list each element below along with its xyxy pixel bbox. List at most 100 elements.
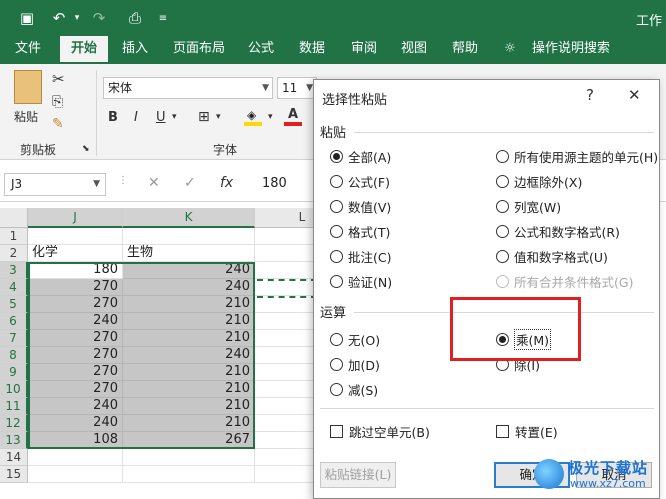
paste-option-formats[interactable]: 格式(T) <box>330 222 390 240</box>
customize-toolbar-icon[interactable]: ≡ <box>152 8 174 28</box>
tab-page-layout[interactable]: 页面布局 <box>166 36 232 64</box>
table-cell[interactable]: 210 <box>123 313 255 330</box>
row-header[interactable]: 1 <box>0 228 28 245</box>
chevron-down-icon[interactable]: ▾ <box>268 112 273 122</box>
table-cell[interactable]: 化学 <box>28 245 123 262</box>
row-header[interactable]: 14 <box>0 449 28 466</box>
chevron-down-icon[interactable]: ▾ <box>216 112 221 122</box>
table-cell[interactable]: 270 <box>28 364 123 381</box>
tab-review[interactable]: 审阅 <box>342 36 386 64</box>
column-header-j[interactable]: J <box>28 208 123 228</box>
tab-insert[interactable]: 插入 <box>114 36 156 64</box>
undo-dropdown-icon[interactable]: ▾ <box>66 8 88 28</box>
row-header[interactable]: 8 <box>0 347 28 364</box>
paste-option-values[interactable]: 数值(V) <box>330 197 391 215</box>
paste-option-comments[interactable]: 批注(C) <box>330 247 391 265</box>
operation-option-none[interactable]: 无(O) <box>330 330 380 348</box>
table-cell[interactable]: 270 <box>28 330 123 347</box>
table-cell[interactable]: 267 <box>123 432 255 449</box>
table-cell[interactable]: 240 <box>28 415 123 432</box>
table-cell[interactable]: 180 <box>28 262 123 279</box>
redo-icon[interactable]: ↷ <box>88 8 110 28</box>
table-cell[interactable]: 210 <box>123 415 255 432</box>
table-cell[interactable]: 240 <box>28 398 123 415</box>
tab-help[interactable]: 帮助 <box>444 36 486 64</box>
format-painter-icon[interactable]: ✎ <box>52 116 64 132</box>
tell-me-search[interactable]: 操作说明搜索 <box>528 36 614 64</box>
print-preview-icon[interactable]: ⎙ <box>124 8 146 28</box>
table-cell[interactable]: 108 <box>28 432 123 449</box>
table-cell[interactable]: 270 <box>28 381 123 398</box>
chevron-down-icon[interactable]: ▾ <box>172 112 177 122</box>
row-header[interactable]: 11 <box>0 398 28 415</box>
table-cell[interactable] <box>28 228 123 245</box>
paste-option-all-except-borders[interactable]: 边框除外(X) <box>496 172 582 190</box>
skip-blanks-checkbox[interactable]: 跳过空单元(B) <box>330 422 430 440</box>
table-cell[interactable]: 210 <box>123 364 255 381</box>
name-box[interactable]: J3 ▼ <box>4 173 106 196</box>
border-icon[interactable]: ⊞ <box>198 109 210 125</box>
table-cell[interactable]: 270 <box>28 279 123 296</box>
table-cell[interactable]: 240 <box>28 313 123 330</box>
paste-option-column-widths[interactable]: 列宽(W) <box>496 197 561 215</box>
table-cell[interactable]: 生物 <box>123 245 255 262</box>
paste-option-source-theme[interactable]: 所有使用源主题的单元(H) <box>496 147 658 165</box>
table-cell[interactable]: 240 <box>123 279 255 296</box>
table-cell[interactable] <box>28 449 123 466</box>
table-cell[interactable]: 240 <box>123 262 255 279</box>
cancel-entry-icon[interactable]: ✕ <box>148 175 160 191</box>
paste-option-values-number-formats[interactable]: 值和数字格式(U) <box>496 247 608 265</box>
tab-data[interactable]: 数据 <box>290 36 334 64</box>
row-header[interactable]: 15 <box>0 466 28 483</box>
column-header-k[interactable]: K <box>123 208 255 228</box>
row-header[interactable]: 6 <box>0 313 28 330</box>
paste-option-formulas[interactable]: 公式(F) <box>330 172 390 190</box>
table-cell[interactable]: 210 <box>123 296 255 313</box>
font-color-icon[interactable]: A <box>284 107 302 126</box>
table-cell[interactable] <box>28 466 123 483</box>
table-cell[interactable]: 270 <box>28 347 123 364</box>
row-header[interactable]: 9 <box>0 364 28 381</box>
tab-home[interactable]: 开始 <box>60 36 108 64</box>
enter-entry-icon[interactable]: ✓ <box>184 175 196 191</box>
paste-button-label[interactable]: 粘贴 <box>14 108 38 125</box>
table-cell[interactable] <box>123 228 255 245</box>
select-all-corner[interactable] <box>0 208 28 228</box>
cut-icon[interactable]: ✂ <box>52 70 65 88</box>
clipboard-launcher-icon[interactable]: ⬊ <box>82 144 90 154</box>
row-header[interactable]: 5 <box>0 296 28 313</box>
paste-link-button[interactable]: 粘贴链接(L) <box>320 462 396 488</box>
underline-button[interactable]: U <box>156 110 166 125</box>
tab-file[interactable]: 文件 <box>6 36 50 64</box>
row-header[interactable]: 12 <box>0 415 28 432</box>
row-header[interactable]: 13 <box>0 432 28 449</box>
row-header[interactable]: 7 <box>0 330 28 347</box>
operation-option-add[interactable]: 加(D) <box>330 355 380 373</box>
paste-icon[interactable] <box>14 70 42 104</box>
table-cell[interactable] <box>123 449 255 466</box>
bold-button[interactable]: B <box>108 110 118 125</box>
table-cell[interactable]: 240 <box>123 347 255 364</box>
row-header[interactable]: 10 <box>0 381 28 398</box>
help-icon[interactable]: ? <box>586 86 594 104</box>
font-name-combo[interactable]: 宋体 ▼ <box>103 77 273 99</box>
tab-view[interactable]: 视图 <box>394 36 434 64</box>
row-header[interactable]: 2 <box>0 245 28 262</box>
table-cell[interactable]: 270 <box>28 296 123 313</box>
table-cell[interactable]: 210 <box>123 381 255 398</box>
row-header[interactable]: 3 <box>0 262 28 279</box>
close-icon[interactable]: ✕ <box>628 86 641 104</box>
paste-option-validation[interactable]: 验证(N) <box>330 272 392 290</box>
save-icon[interactable]: ▣ <box>16 8 38 28</box>
row-header[interactable]: 4 <box>0 279 28 296</box>
copy-icon[interactable]: ⎘ <box>52 94 63 110</box>
paste-option-formulas-number-formats[interactable]: 公式和数字格式(R) <box>496 222 620 240</box>
transpose-checkbox[interactable]: 转置(E) <box>496 422 558 440</box>
insert-function-icon[interactable]: fx <box>220 175 233 191</box>
table-cell[interactable]: 210 <box>123 398 255 415</box>
formula-input[interactable]: 180 <box>262 176 287 191</box>
operation-option-subtract[interactable]: 减(S) <box>330 380 378 398</box>
paste-option-all[interactable]: 全部(A) <box>330 147 391 165</box>
tab-formulas[interactable]: 公式 <box>240 36 282 64</box>
fill-color-icon[interactable]: ◈ <box>244 108 264 126</box>
